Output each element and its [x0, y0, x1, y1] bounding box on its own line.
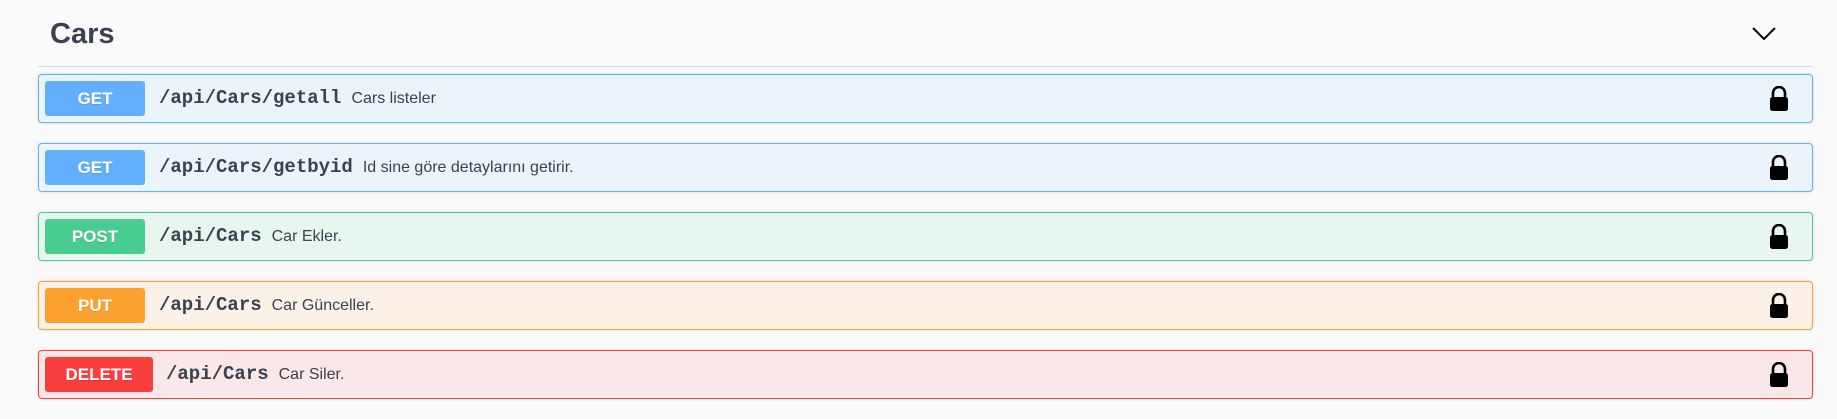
method-badge: GET — [45, 81, 145, 116]
endpoint-path: /api/Cars — [166, 363, 269, 385]
method-badge: POST — [45, 219, 145, 254]
operation-get-getbyid[interactable]: GET /api/Cars/getbyid Id sine göre detayl… — [38, 143, 1813, 192]
lock-icon[interactable] — [1768, 86, 1790, 112]
endpoint-path: /api/Cars — [159, 225, 262, 247]
endpoint-path: /api/Cars/getall — [159, 87, 342, 109]
method-badge: DELETE — [45, 357, 153, 392]
section-title: Cars — [50, 18, 115, 50]
endpoint-summary: Cars listeler — [351, 90, 436, 107]
operation-delete-cars[interactable]: DELETE /api/Cars Car Siler. — [38, 350, 1813, 399]
endpoint-path: /api/Cars — [159, 294, 262, 316]
endpoint-summary: Id sine göre detaylarını getirir. — [362, 159, 574, 176]
method-badge: PUT — [45, 288, 145, 323]
lock-icon[interactable] — [1768, 224, 1790, 250]
section-header-cars[interactable]: Cars — [38, 0, 1813, 67]
cars-section: Cars GET /api/Cars/getall Cars listeler G… — [38, 0, 1813, 415]
lock-icon[interactable] — [1768, 293, 1790, 319]
endpoint-summary: Car Siler. — [278, 366, 345, 383]
operation-put-cars[interactable]: PUT /api/Cars Car Günceller. — [38, 281, 1813, 330]
chevron-down-icon[interactable] — [1751, 26, 1777, 42]
method-badge: GET — [45, 150, 145, 185]
lock-icon[interactable] — [1768, 155, 1790, 181]
operations-list: GET /api/Cars/getall Cars listeler GET /a… — [38, 74, 1813, 419]
endpoint-summary: Car Günceller. — [271, 297, 374, 314]
operation-get-getall[interactable]: GET /api/Cars/getall Cars listeler — [38, 74, 1813, 123]
operation-post-cars[interactable]: POST /api/Cars Car Ekler. — [38, 212, 1813, 261]
endpoint-summary: Car Ekler. — [271, 228, 342, 245]
endpoint-path: /api/Cars/getbyid — [159, 156, 353, 178]
lock-icon[interactable] — [1768, 362, 1790, 388]
